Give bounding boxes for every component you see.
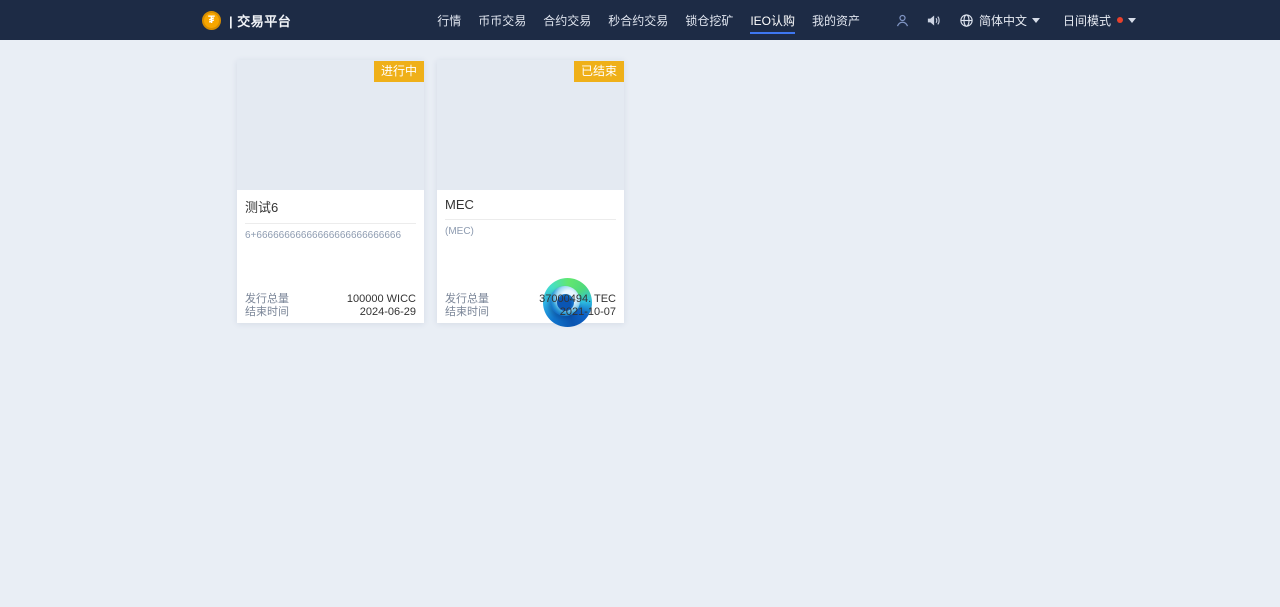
supply-row: 发行总量 37000494. TEC [445,293,616,306]
brand[interactable]: ₮ | 交易平台 [202,11,291,30]
user-icon [895,13,910,28]
user-account-button[interactable] [895,13,910,28]
language-label: 简体中文 [979,12,1027,29]
supply-label: 发行总量 [245,293,289,306]
end-time-label: 结束时间 [445,306,489,319]
notification-dot [1117,17,1123,23]
theme-switcher[interactable]: 日间模式 [1058,12,1136,29]
end-time-row: 结束时间 2021-10-07 [445,306,616,319]
card-footer: 发行总量 100000 WICC 结束时间 2024-06-29 [245,293,416,318]
end-time-label: 结束时间 [245,306,289,319]
card-body: 测试6 6+66666666666666666666666666 发行总量 10… [237,190,424,323]
end-time-row: 结束时间 2024-06-29 [245,306,416,319]
brand-name: | 交易平台 [229,11,291,30]
nav-item-ieo[interactable]: IEO认购 [750,0,795,40]
card-footer: 发行总量 37000494. TEC 结束时间 2021-10-07 [445,293,616,318]
announcement-button[interactable] [926,13,941,28]
supply-row: 发行总量 100000 WICC [245,293,416,306]
card-subtitle: (MEC) [445,226,616,237]
speaker-icon [926,13,941,28]
chevron-down-icon [1032,18,1040,23]
language-switcher[interactable]: 简体中文 [959,12,1040,29]
nav-item-seconds-contract[interactable]: 秒合约交易 [608,0,668,40]
nav-item-my-assets[interactable]: 我的资产 [812,0,860,40]
nav-item-spot-trade[interactable]: 币币交易 [478,0,526,40]
status-badge: 进行中 [374,61,424,82]
ieo-card-list: 进行中 测试6 6+66666666666666666666666666 发行总… [237,60,624,323]
chevron-down-icon [1128,18,1136,23]
card-subtitle: 6+66666666666666666666666666 [245,230,416,241]
brand-logo-glyph: ₮ [208,15,215,26]
supply-label: 发行总量 [445,293,489,306]
supply-value: 37000494. TEC [539,293,616,306]
card-title: 测试6 [245,197,416,224]
card-body: MEC (MEC) 发行总量 37000494. TEC 结束时间 2021-1… [437,190,624,323]
end-time-value: 2024-06-29 [360,306,416,319]
nav-menu: 行情 币币交易 合约交易 秒合约交易 锁仓挖矿 IEO认购 我的资产 [437,0,877,40]
globe-icon [959,13,974,28]
ieo-card-test6[interactable]: 进行中 测试6 6+66666666666666666666666666 发行总… [237,60,424,323]
card-title: MEC [445,197,616,220]
theme-label: 日间模式 [1063,12,1111,29]
end-time-value: 2021-10-07 [560,306,616,319]
nav-right-controls: 简体中文 日间模式 [879,12,1136,29]
nav-item-contract-trade[interactable]: 合约交易 [543,0,591,40]
supply-value: 100000 WICC [347,293,416,306]
nav-item-lock-mining[interactable]: 锁仓挖矿 [685,0,733,40]
ieo-card-mec[interactable]: 已结束 MEC (MEC) 发行总量 37000494. TEC 结束时间 20… [437,60,624,323]
status-badge: 已结束 [574,61,624,82]
nav-item-market[interactable]: 行情 [437,0,461,40]
top-navbar: ₮ | 交易平台 行情 币币交易 合约交易 秒合约交易 锁仓挖矿 IEO认购 我… [0,0,1280,40]
brand-logo-icon: ₮ [202,11,221,30]
